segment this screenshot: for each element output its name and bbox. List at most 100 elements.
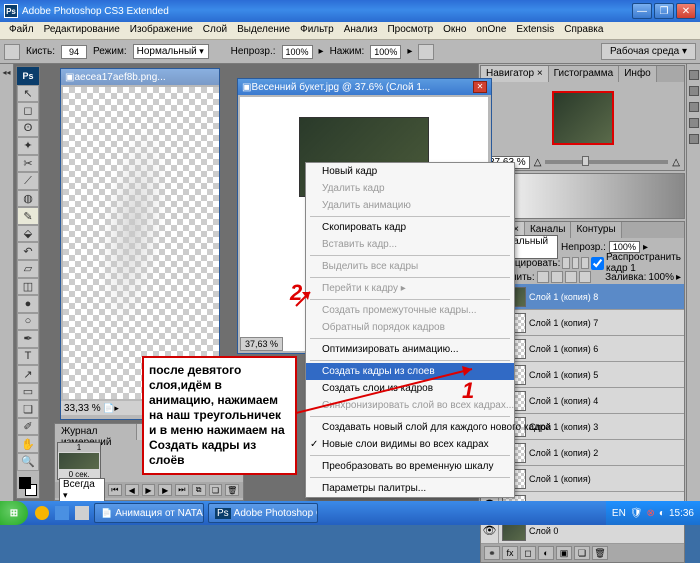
menu-окно[interactable]: Окно [438,22,471,39]
brush-size-field[interactable]: 94 [61,45,87,59]
unify-position-icon[interactable] [562,257,570,269]
menu-item[interactable]: Создать кадры из слоев [306,363,514,380]
stamp-tool[interactable]: ⬙ [17,225,39,243]
tween-button[interactable]: ⧉ [192,484,206,496]
taskbar-app-1[interactable]: 📄 Анимация от NATALI... [94,503,204,523]
tray-icon[interactable]: ◐ [659,508,665,519]
layer-name[interactable]: Слой 1 (копия) [529,474,684,484]
dock-icon[interactable] [689,70,699,80]
layer-name[interactable]: Слой 1 (копия) 8 [529,292,684,302]
doc1-titlebar[interactable]: ▣ aecea17aef8b.png... [61,69,219,85]
zoom-in-icon[interactable]: △ [672,157,680,168]
zoom-tool[interactable]: 🔍 [17,453,39,471]
mode-select[interactable]: Нормальный ▾ [133,44,209,59]
tab-measurement-log[interactable]: Журнал измерений [55,424,137,440]
menu-item[interactable]: Создавать новый слой для каждого нового … [306,419,514,436]
layer-name[interactable]: Слой 0 [529,526,684,536]
menu-справка[interactable]: Справка [559,22,608,39]
menu-item[interactable]: Оптимизировать анимацию... [306,341,514,358]
quicklaunch-icon[interactable] [35,506,49,520]
layer-name[interactable]: Слой 1 (копия) 5 [529,370,684,380]
toolbox-header[interactable]: Ps [17,67,39,85]
lock-all-icon[interactable] [579,271,591,283]
type-tool[interactable]: T [17,348,39,366]
menu-item[interactable]: Преобразовать во временную шкалу [306,458,514,475]
menu-onone[interactable]: onOne [471,22,511,39]
brush-preset-icon[interactable] [4,44,20,60]
notes-tool[interactable]: ❏ [17,400,39,418]
eraser-tool[interactable]: ▱ [17,260,39,278]
eyedropper-tool[interactable]: ✐ [17,418,39,436]
lasso-tool[interactable]: ʘ [17,120,39,138]
language-indicator[interactable]: EN [612,508,626,519]
opacity-field[interactable]: 100% [282,45,313,59]
opacity-arrow-icon[interactable]: ▸ [319,46,324,57]
clock[interactable]: 15:36 [669,508,694,519]
heal-tool[interactable]: ◍ [17,190,39,208]
minimize-button[interactable]: — [632,3,652,19]
menu-выделение[interactable]: Выделение [232,22,295,39]
last-frame-button[interactable]: ⏭ [175,484,189,496]
move-tool[interactable]: ↖ [17,85,39,103]
animation-frame-1[interactable]: 1 0 сек. [57,442,101,480]
layer-name[interactable]: Слой 1 (копия) 6 [529,344,684,354]
fill-field[interactable]: 100% [648,272,674,283]
flow-field[interactable]: 100% [370,45,401,59]
shape-tool[interactable]: ▭ [17,383,39,401]
tray-icon[interactable]: ⊗ [647,508,655,519]
menu-item[interactable]: Скопировать кадр [306,219,514,236]
doc2-titlebar[interactable]: ▣ Весенний букет.jpg @ 37.6% (Слой 1...✕ [238,79,491,95]
blur-tool[interactable]: ● [17,295,39,313]
dock-icon[interactable] [689,102,699,112]
taskbar-app-2[interactable]: Ps Adobe Photoshop CS... [208,503,318,523]
doc2-zoom[interactable]: 37,63 % [240,337,283,351]
start-button[interactable]: ⊞ [0,501,28,525]
menu-item[interactable]: Новый кадр [306,163,514,180]
menu-extensis[interactable]: Extensis [511,22,559,39]
layer-name[interactable]: Слой 1 (копия) 7 [529,318,684,328]
history-brush-tool[interactable]: ↶ [17,242,39,260]
quicklaunch-icon[interactable] [55,506,69,520]
workspace-button[interactable]: Рабочая среда ▾ [601,43,696,60]
quicklaunch-icon[interactable] [75,506,89,520]
dock-icon[interactable] [689,118,699,128]
dodge-tool[interactable]: ○ [17,313,39,331]
doc1-zoom[interactable]: 33,33 % [64,403,101,414]
play-button[interactable]: ▶ [142,484,156,496]
menu-item[interactable]: Создать слои из кадров [306,380,514,397]
unify-style-icon[interactable] [581,257,589,269]
slice-tool[interactable]: ⟋ [17,172,39,190]
group-icon[interactable]: ▣ [556,546,572,560]
wand-tool[interactable]: ✦ [17,137,39,155]
layers-tab[interactable]: Контуры [571,222,621,238]
layer-name[interactable]: Слой 1 (копия) 2 [529,448,684,458]
hand-tool[interactable]: ✋ [17,435,39,453]
foreground-color[interactable] [19,477,31,489]
prev-frame-button[interactable]: ◀ [125,484,139,496]
menu-просмотр[interactable]: Просмотр [382,22,438,39]
menu-item[interactable]: Параметры палитры... [306,480,514,497]
lock-position-icon[interactable] [565,271,577,283]
adjustment-layer-icon[interactable]: ◐ [538,546,554,560]
collapse-arrow-icon[interactable]: ◂◂ [2,68,10,77]
crop-tool[interactable]: ✂ [17,155,39,173]
layer-style-icon[interactable]: fx [502,546,518,560]
propagate-checkbox[interactable] [591,257,604,270]
menu-слой[interactable]: Слой [198,22,232,39]
loop-select[interactable]: Всегда ▾ [59,478,105,502]
new-frame-button[interactable]: ❏ [209,484,223,496]
menu-анализ[interactable]: Анализ [339,22,383,39]
menu-редактирование[interactable]: Редактирование [39,22,125,39]
layer-name[interactable]: Слой 1 (копия) 3 [529,422,684,432]
brush-tool[interactable]: ✎ [17,207,39,225]
new-layer-icon[interactable]: ❏ [574,546,590,560]
maximize-button[interactable]: ❐ [654,3,674,19]
next-frame-button[interactable]: ▶ [158,484,172,496]
menu-фильтр[interactable]: Фильтр [295,22,339,39]
doc2-close-button[interactable]: ✕ [473,81,487,93]
lock-pixels-icon[interactable] [551,271,563,283]
dock-icon[interactable] [689,86,699,96]
layer-mask-icon[interactable]: ◻ [520,546,536,560]
menu-файл[interactable]: Файл [4,22,39,39]
unify-visibility-icon[interactable] [572,257,580,269]
